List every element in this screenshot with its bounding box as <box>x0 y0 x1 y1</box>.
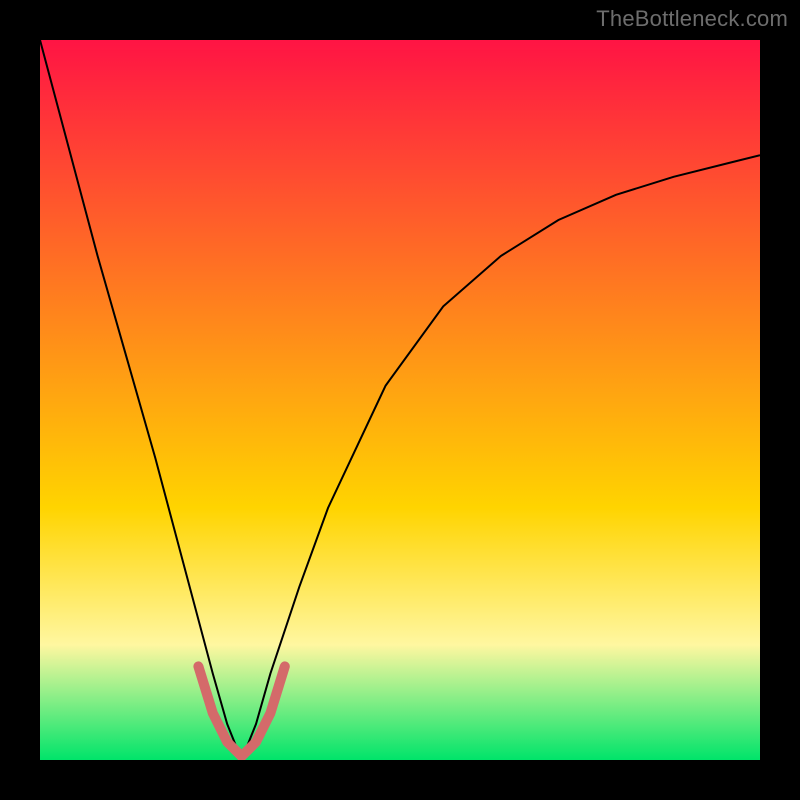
chart-svg <box>40 40 760 760</box>
gradient-background <box>40 40 760 760</box>
attribution-label: TheBottleneck.com <box>596 6 788 32</box>
plot-area <box>40 40 760 760</box>
chart-frame: TheBottleneck.com <box>0 0 800 800</box>
